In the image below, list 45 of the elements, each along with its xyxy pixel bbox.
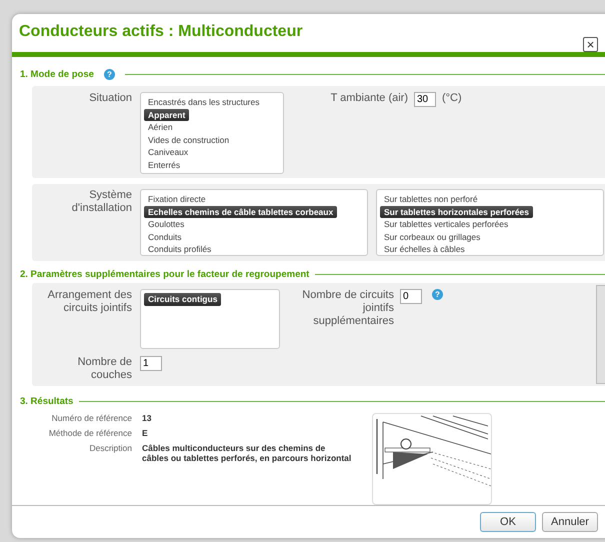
- subsystem-list[interactable]: Sur tablettes non perforé Sur tablettes horizontales perforées Sur tablettes verticales perforées Sur corbeaux ou grillages Sur échelles à câbles: [376, 189, 604, 256]
- list-option[interactable]: Caniveaux: [144, 146, 192, 158]
- list-option[interactable]: Circuits contigus: [144, 293, 222, 306]
- result-label: Méthode de référence: [48, 428, 132, 438]
- list-option[interactable]: Fixation directe: [144, 193, 210, 206]
- list-option[interactable]: Sur tablettes verticales perforées: [380, 218, 512, 230]
- section-heading: 2. Paramètres supplémentaires pour le facteur de regroupement: [20, 269, 310, 280]
- field-label: Nombre de couches: [76, 356, 132, 382]
- list-option[interactable]: Sur corbeaux ou grillages: [380, 230, 484, 243]
- field-label: Système d'installation: [70, 189, 132, 216]
- list-option[interactable]: Apparent: [144, 108, 190, 121]
- list-option[interactable]: Sur échelles à câbles: [380, 243, 469, 256]
- arrangement-list[interactable]: Circuits contigus: [140, 289, 280, 349]
- list-option[interactable]: Aérien: [144, 121, 177, 134]
- system-list[interactable]: Fixation directe Echelles chemins de câble tablettes corbeaux Goulottes Conduits Conduits profilés: [140, 189, 368, 256]
- list-option[interactable]: Sur tablettes horizontales perforées: [380, 206, 534, 218]
- list-option[interactable]: Enterrés: [144, 158, 184, 171]
- list-option[interactable]: Goulottes: [144, 218, 188, 230]
- temperature-field[interactable]: 30: [414, 92, 436, 107]
- result-value: Câbles multiconducteurs sur des chemins de câbles ou tablettes perforés, en parcours horizontal: [142, 443, 352, 463]
- field-label: Arrangement des circuits jointifs: [46, 289, 132, 315]
- result-value: 13: [142, 413, 152, 423]
- field-label: Nombre de circuits jointifs supplémentaires: [301, 289, 394, 328]
- layers-field[interactable]: 1: [140, 356, 162, 371]
- field-label: T ambiante (air): [330, 92, 408, 105]
- list-option[interactable]: Conduits profilés: [144, 243, 216, 256]
- list-option[interactable]: Encastrés dans les structures: [144, 96, 264, 108]
- section-heading: 3. Résultats: [20, 396, 74, 407]
- close-button[interactable]: ×: [583, 37, 598, 52]
- ok-button[interactable]: OK: [480, 512, 536, 532]
- list-option[interactable]: Sur tablettes non perforé: [380, 193, 482, 206]
- list-option[interactable]: Vides de construction: [144, 134, 234, 146]
- list-option[interactable]: Conduits: [144, 230, 186, 243]
- result-label: Numéro de référence: [50, 413, 132, 423]
- scrollbar[interactable]: [596, 285, 605, 384]
- dialog-title: Conducteurs actifs : Multiconducteur: [19, 23, 303, 41]
- result-label: Description: [88, 443, 132, 453]
- cancel-button[interactable]: Annuler: [542, 512, 598, 532]
- unit-label: (°C): [442, 92, 462, 104]
- list-option[interactable]: Echelles chemins de câble tablettes corbeaux: [144, 206, 338, 218]
- section-heading: 1. Mode de pose: [20, 69, 94, 80]
- circuits-field[interactable]: 0: [400, 289, 422, 304]
- field-label: Situation: [88, 92, 132, 106]
- situation-list[interactable]: Encastrés dans les structures Apparent Aérien Vides de construction Caniveaux Enterrés: [140, 92, 284, 174]
- result-value: E: [142, 428, 149, 438]
